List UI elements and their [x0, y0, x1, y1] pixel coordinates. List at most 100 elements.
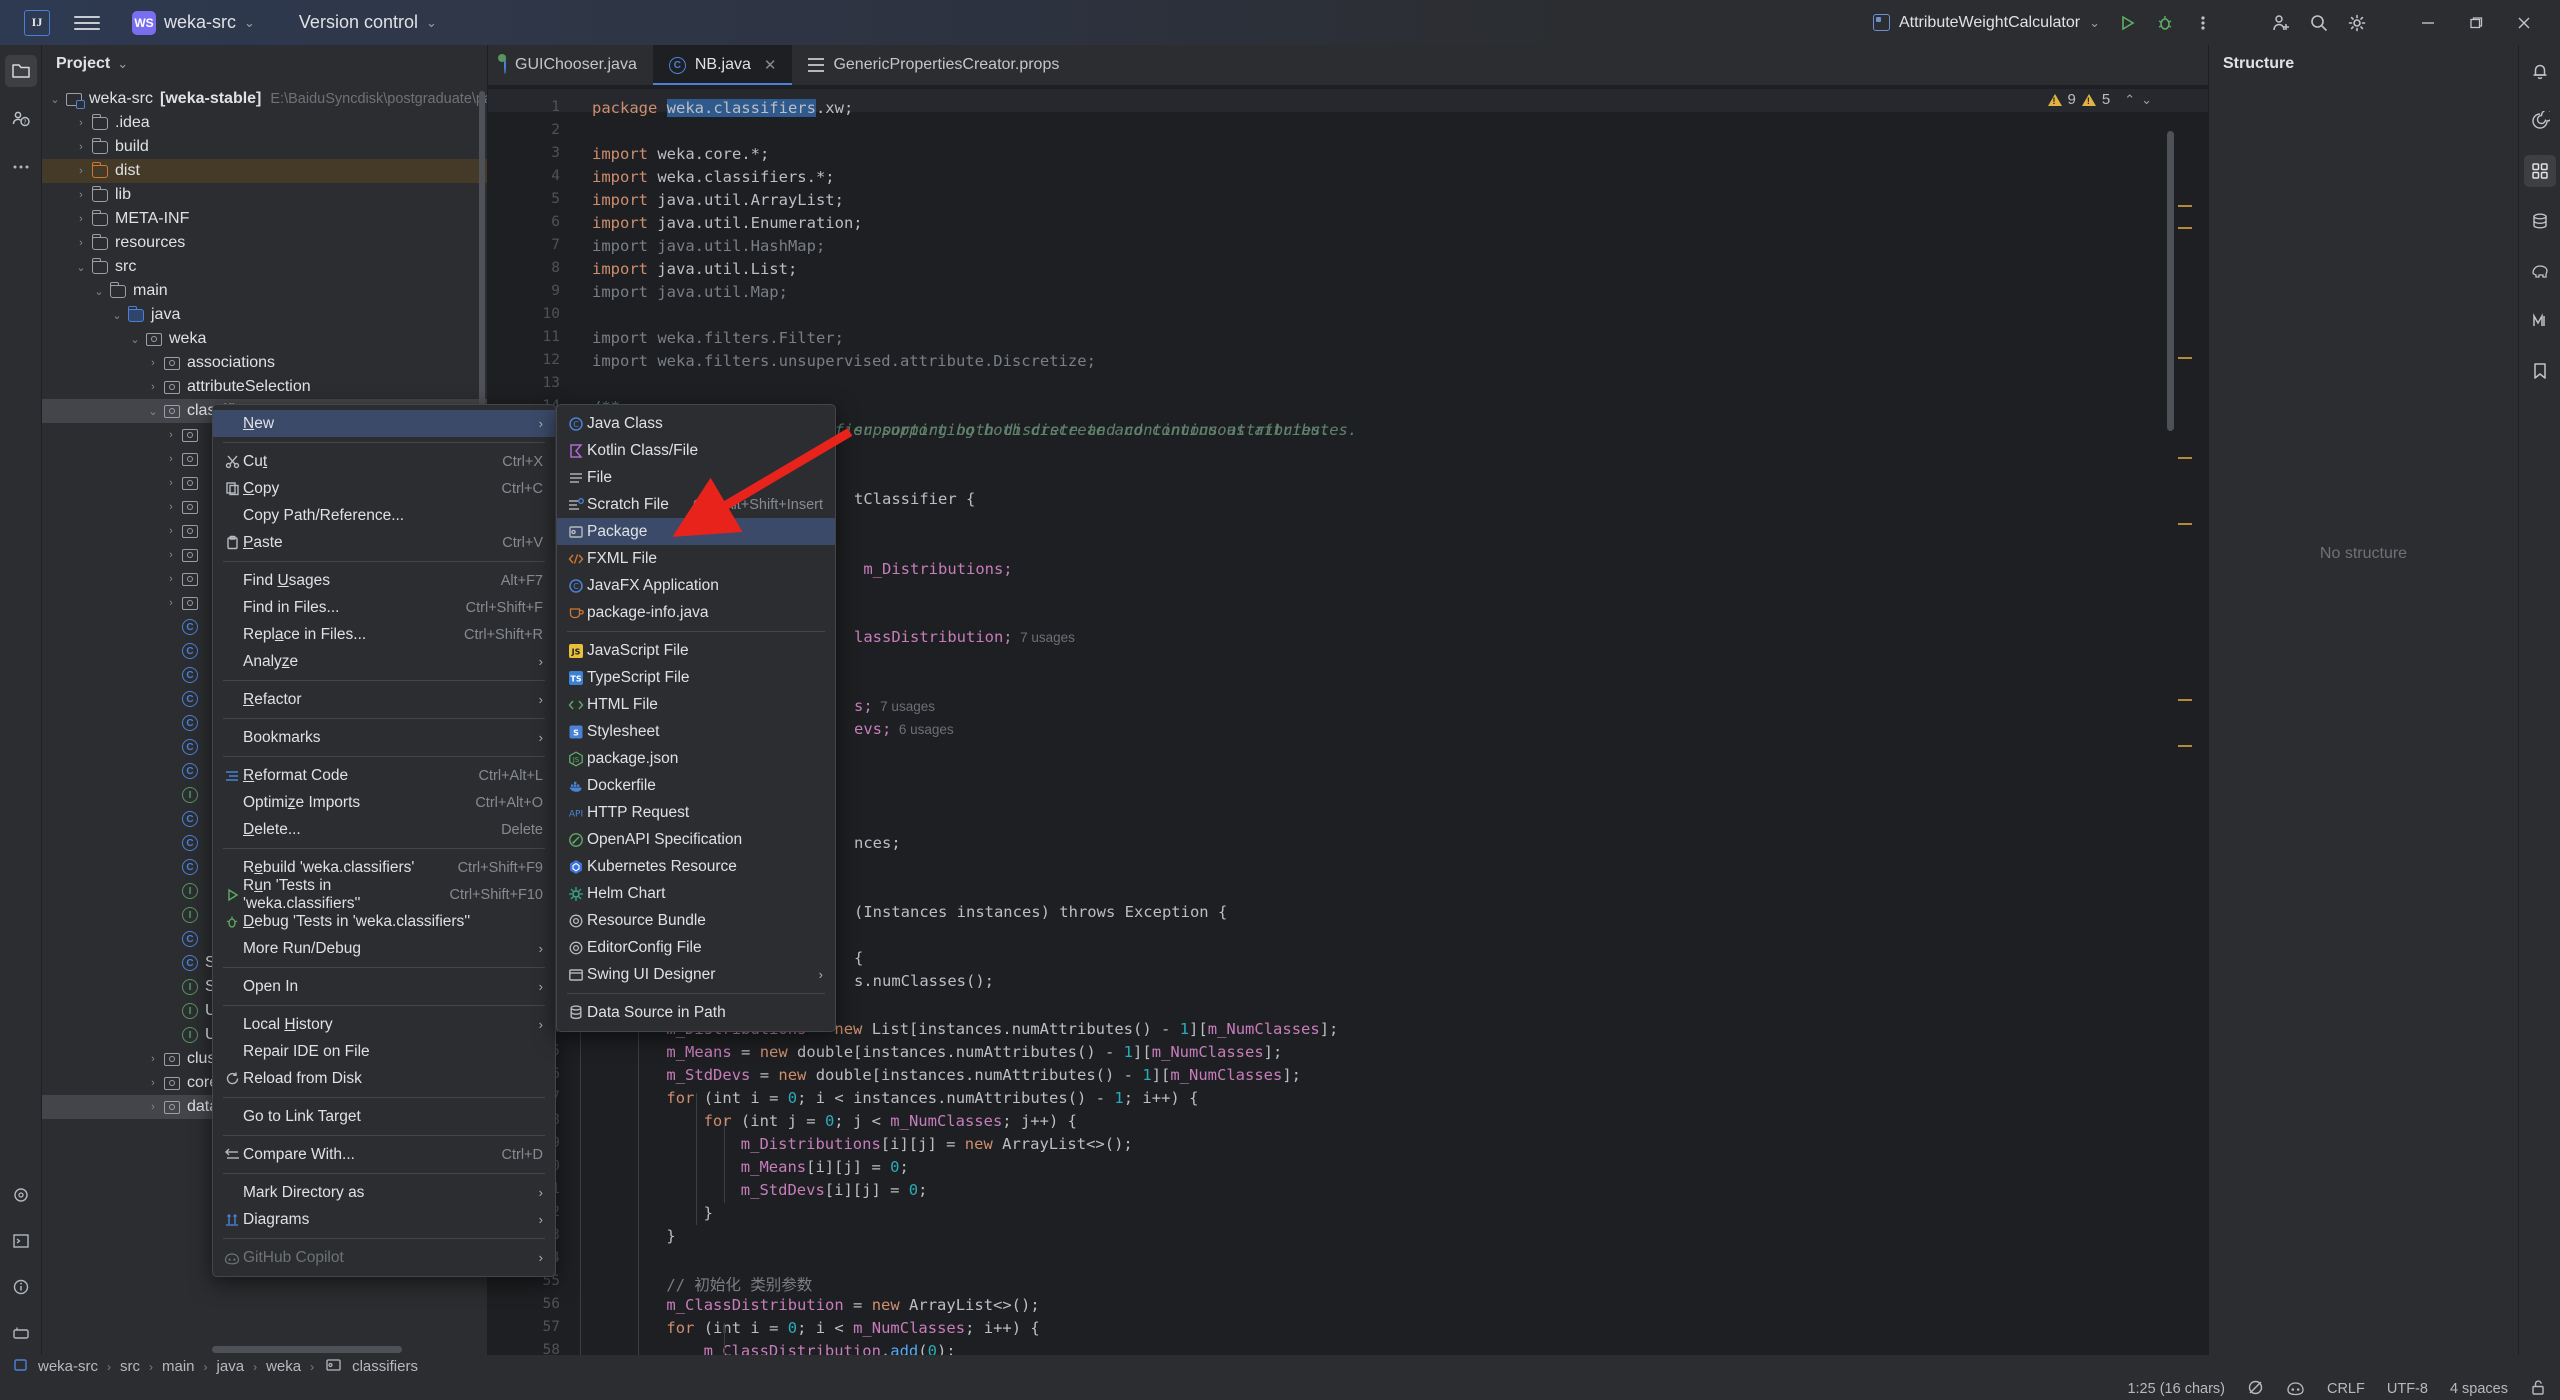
menu-item-reload-from-disk[interactable]: Reload from Disk: [213, 1065, 555, 1092]
chevron-right-icon[interactable]: ›: [162, 549, 180, 561]
project-tree-hscrollbar[interactable]: [212, 1346, 402, 1353]
menu-item-more-run-debug[interactable]: More Run/Debug ›: [213, 935, 555, 962]
chevron-right-icon[interactable]: ›: [72, 141, 90, 153]
chevron-right-icon[interactable]: ›: [72, 117, 90, 129]
menu-item-go-to-link-target[interactable]: Go to Link Target: [213, 1103, 555, 1130]
chevron-right-icon[interactable]: ›: [162, 453, 180, 465]
chevron-right-icon[interactable]: ›: [144, 1101, 162, 1113]
more-tool-windows-icon[interactable]: [5, 151, 37, 183]
breadcrumb-item-weka[interactable]: weka: [266, 1358, 301, 1375]
menu-item-delete[interactable]: Delete... Delete: [213, 816, 555, 843]
new-menu-item-html-file[interactable]: HTML File: [557, 691, 835, 718]
more-actions-icon[interactable]: [2184, 4, 2222, 42]
run-configuration-selector[interactable]: AttributeWeightCalculator ⌄: [1865, 10, 2108, 36]
ai-assistant-spiral-icon[interactable]: [2524, 105, 2556, 137]
menu-item-copy[interactable]: Copy Ctrl+C: [213, 475, 555, 502]
new-menu-item-java-class[interactable]: C Java Class: [557, 410, 835, 437]
new-menu-item-openapi-specification[interactable]: OpenAPI Specification: [557, 826, 835, 853]
new-menu-item-kotlin-class-file[interactable]: Kotlin Class/File: [557, 437, 835, 464]
chevron-right-icon[interactable]: ›: [144, 1053, 162, 1065]
chevron-right-icon[interactable]: ›: [162, 477, 180, 489]
minimize-button[interactable]: [2404, 0, 2452, 45]
new-menu-item-kubernetes-resource[interactable]: Kubernetes Resource: [557, 853, 835, 880]
close-tab-icon[interactable]: ✕: [764, 56, 777, 74]
menu-item-paste[interactable]: Paste Ctrl+V: [213, 529, 555, 556]
caret-position-label[interactable]: 1:25 (16 chars): [2127, 1381, 2225, 1397]
menu-item-find-in-files[interactable]: Find in Files... Ctrl+Shift+F: [213, 594, 555, 621]
new-menu-item-package[interactable]: Package: [557, 518, 835, 545]
chevron-right-icon[interactable]: ›: [144, 1077, 162, 1089]
menu-item-cut[interactable]: Cut Ctrl+X: [213, 448, 555, 475]
new-file-submenu[interactable]: C Java Class Kotlin Class/File File Scratch …: [556, 404, 836, 1032]
editor-tab-guichooser-java[interactable]: GUIChooser.java: [488, 45, 653, 85]
new-menu-item-scratch-file[interactable]: Scratch File Ctrl+Alt+Shift+Insert: [557, 491, 835, 518]
new-menu-item-fxml-file[interactable]: FXML File: [557, 545, 835, 572]
chevron-right-icon[interactable]: ›: [144, 381, 162, 393]
breadcrumb-item-main[interactable]: main: [162, 1358, 195, 1375]
menu-item-new[interactable]: New ›: [213, 410, 555, 437]
new-menu-item-http-request[interactable]: API HTTP Request: [557, 799, 835, 826]
menu-item-debug-tests-in-weka-classifiers[interactable]: Debug 'Tests in 'weka.classifiers'': [213, 908, 555, 935]
chevron-right-icon[interactable]: ›: [72, 189, 90, 201]
gradle-elephant-icon[interactable]: [2524, 255, 2556, 287]
tree-item-dist[interactable]: › dist: [42, 159, 487, 183]
breadcrumb-item-java[interactable]: java: [217, 1358, 245, 1375]
chevron-right-icon[interactable]: ›: [144, 357, 162, 369]
new-menu-item-package-json[interactable]: JS package.json: [557, 745, 835, 772]
chevron-right-icon[interactable]: ›: [162, 573, 180, 585]
tree-item-src[interactable]: ⌄ src: [42, 255, 487, 279]
settings-sync-icon[interactable]: [5, 1179, 37, 1211]
new-menu-item-dockerfile[interactable]: Dockerfile: [557, 772, 835, 799]
chevron-down-icon[interactable]: ⌄: [90, 285, 108, 298]
menu-item-compare-with[interactable]: Compare With... Ctrl+D: [213, 1141, 555, 1168]
editor-tab-genericpropertiescreator-props[interactable]: GenericPropertiesCreator.props: [792, 45, 1075, 85]
add-collaborator-icon[interactable]: [2262, 4, 2300, 42]
project-switcher[interactable]: WS weka-src ⌄: [126, 8, 261, 38]
menu-item-analyze[interactable]: Analyze ›: [213, 648, 555, 675]
breadcrumb-item-weka-src[interactable]: weka-src: [38, 1358, 98, 1375]
indent-label[interactable]: 4 spaces: [2450, 1381, 2508, 1397]
debug-button[interactable]: [2146, 4, 2184, 42]
tree-item-weka[interactable]: ⌄ weka: [42, 327, 487, 351]
new-menu-item-javascript-file[interactable]: JS JavaScript File: [557, 637, 835, 664]
chevron-down-icon[interactable]: ⌄: [117, 56, 128, 72]
run-button[interactable]: [2108, 4, 2146, 42]
breadcrumb-item-src[interactable]: src: [120, 1358, 140, 1375]
chevron-right-icon[interactable]: ›: [162, 597, 180, 609]
tree-item-lib[interactable]: › lib: [42, 183, 487, 207]
tree-item-meta-inf[interactable]: › META-INF: [42, 207, 487, 231]
new-menu-item-data-source-in-path[interactable]: Data Source in Path: [557, 999, 835, 1026]
new-menu-item-resource-bundle[interactable]: Resource Bundle: [557, 907, 835, 934]
close-button[interactable]: [2500, 0, 2548, 45]
tree-item-resources[interactable]: › resources: [42, 231, 487, 255]
menu-item-refactor[interactable]: Refactor ›: [213, 686, 555, 713]
new-menu-item-package-info-java[interactable]: package-info.java: [557, 599, 835, 626]
new-menu-item-stylesheet[interactable]: S Stylesheet: [557, 718, 835, 745]
new-menu-item-helm-chart[interactable]: Helm Chart: [557, 880, 835, 907]
menu-item-find-usages[interactable]: Find Usages Alt+F7: [213, 567, 555, 594]
breadcrumb[interactable]: weka-src › src › main › java › weka › classifiers: [0, 1355, 2560, 1378]
structure-grid-icon[interactable]: [2523, 155, 2556, 187]
hamburger-menu-icon[interactable]: [74, 10, 100, 36]
search-icon[interactable]: [2300, 4, 2338, 42]
sidebar-item-collaborate[interactable]: ?: [5, 103, 37, 135]
tree-item--idea[interactable]: › .idea: [42, 111, 487, 135]
tree-item-main[interactable]: ⌄ main: [42, 279, 487, 303]
menu-item-local-history[interactable]: Local History ›: [213, 1011, 555, 1038]
bookmark-icon[interactable]: [2524, 355, 2556, 387]
notifications-bell-icon[interactable]: [2524, 55, 2556, 87]
chevron-right-icon[interactable]: ›: [162, 429, 180, 441]
chevron-right-icon[interactable]: ›: [162, 501, 180, 513]
chevron-right-icon[interactable]: ›: [72, 213, 90, 225]
new-menu-item-javafx-application[interactable]: C JavaFX Application: [557, 572, 835, 599]
menu-item-open-in[interactable]: Open In ›: [213, 973, 555, 1000]
chevron-right-icon[interactable]: ›: [72, 165, 90, 177]
new-menu-item-editorconfig-file[interactable]: EditorConfig File: [557, 934, 835, 961]
new-menu-item-file[interactable]: File: [557, 464, 835, 491]
tree-item-java[interactable]: ⌄ java: [42, 303, 487, 327]
chevron-down-icon[interactable]: ⌄: [72, 261, 90, 274]
chevron-up-icon[interactable]: ⌃: [2124, 92, 2135, 108]
encoding-label[interactable]: UTF-8: [2387, 1381, 2428, 1397]
sidebar-item-project[interactable]: [4, 55, 37, 87]
menu-item-diagrams[interactable]: Diagrams ›: [213, 1206, 555, 1233]
